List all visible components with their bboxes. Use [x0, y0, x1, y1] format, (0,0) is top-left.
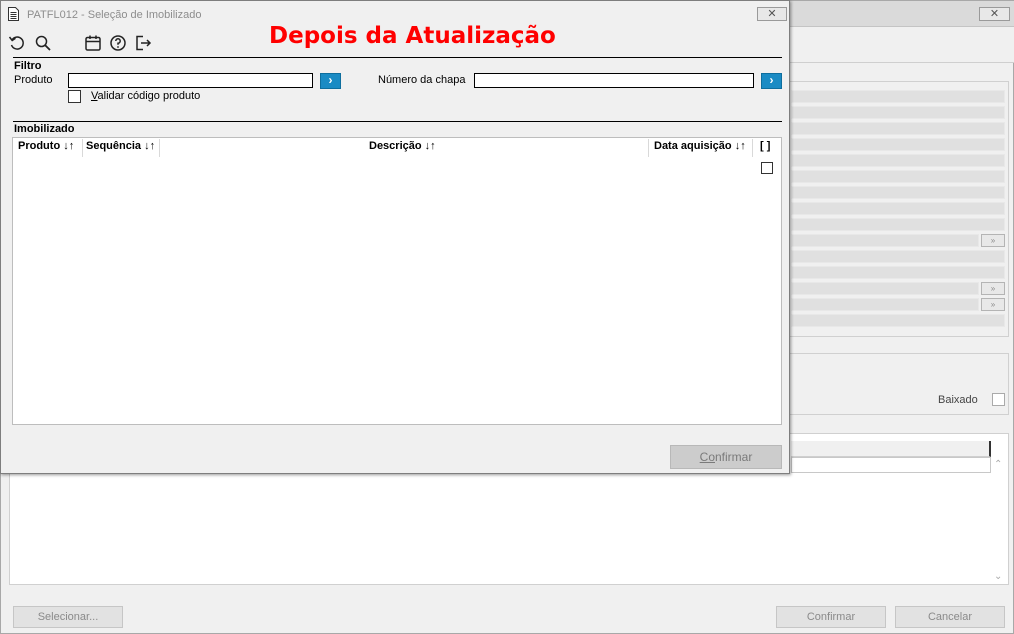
background-field — [791, 314, 1005, 327]
column-header-sequencia[interactable]: Sequência ↓↑ — [86, 140, 155, 152]
imobilizado-section-title: Imobilizado — [14, 123, 75, 135]
column-header-select-all[interactable]: [ ] — [760, 140, 770, 152]
background-field — [791, 170, 1005, 183]
column-separator — [648, 139, 649, 157]
background-lookup-button[interactable]: » — [981, 298, 1005, 311]
validar-codigo-label[interactable]: Validar código produto — [91, 90, 200, 102]
background-field — [791, 154, 1005, 167]
produto-go-button[interactable]: › — [320, 73, 341, 89]
numero-chapa-go-button[interactable]: › — [761, 73, 782, 89]
background-field — [791, 122, 1005, 135]
selecionar-button[interactable]: Selecionar... — [13, 606, 123, 628]
baixado-checkbox[interactable] — [992, 393, 1005, 406]
background-close-button[interactable]: ✕ — [979, 7, 1010, 21]
background-field — [791, 202, 1005, 215]
chevron-right-icon: › — [769, 73, 774, 87]
selection-dialog: PATFL012 - Seleção de Imobilizado ✕ Depo… — [0, 0, 790, 474]
background-lookup-button[interactable]: » — [981, 234, 1005, 247]
background-field — [791, 106, 1005, 119]
column-header-data-aquisicao[interactable]: Data aquisição ↓↑ — [654, 140, 746, 152]
validar-codigo-checkbox[interactable] — [68, 90, 81, 103]
background-field — [791, 186, 1005, 199]
produto-label: Produto — [14, 74, 53, 86]
scroll-down-icon[interactable]: ⌄ — [994, 571, 1002, 582]
undo-icon[interactable] — [8, 34, 26, 52]
numero-chapa-label: Número da chapa — [378, 74, 466, 86]
background-field — [791, 266, 1005, 279]
annotation-text: Depois da Atualização — [269, 23, 556, 49]
background-field — [791, 218, 1005, 231]
dialog-title: PATFL012 - Seleção de Imobilizado — [27, 9, 202, 21]
background-list-row[interactable] — [791, 457, 991, 473]
section-divider — [13, 121, 782, 122]
calendar-icon[interactable] — [84, 34, 102, 52]
exit-icon[interactable] — [134, 34, 152, 52]
background-field — [791, 282, 979, 295]
numero-chapa-input[interactable] — [474, 73, 754, 88]
document-icon — [8, 7, 19, 21]
scroll-up-icon[interactable]: ⌃ — [994, 459, 1002, 470]
background-field — [791, 90, 1005, 103]
background-confirm-button[interactable]: Confirmar — [776, 606, 886, 628]
background-scrollbar[interactable]: ⌃ ⌄ — [991, 457, 1007, 584]
dialog-close-button[interactable]: ✕ — [757, 7, 787, 21]
column-header-produto[interactable]: Produto ↓↑ — [18, 140, 74, 152]
background-field — [791, 234, 979, 247]
validar-codigo-label-rest: alidar código produto — [97, 90, 201, 102]
background-lookup-button[interactable]: » — [981, 282, 1005, 295]
confirm-button[interactable]: Confirmar — [670, 445, 782, 469]
column-header-descricao[interactable]: Descrição ↓↑ — [369, 140, 436, 152]
help-icon[interactable] — [109, 34, 127, 52]
baixado-label: Baixado — [938, 394, 978, 406]
produto-input[interactable] — [68, 73, 313, 88]
background-field — [791, 298, 979, 311]
chevron-right-icon: › — [328, 73, 333, 87]
filtro-section-title: Filtro — [14, 60, 42, 72]
grid-header: Produto ↓↑ Sequência ↓↑ Descrição ↓↑ Dat… — [13, 138, 781, 158]
toolbar-divider — [13, 57, 782, 58]
confirm-label-mnemonic: Co — [699, 450, 715, 464]
column-separator — [82, 139, 83, 157]
background-list-header — [791, 441, 991, 457]
column-separator — [159, 139, 160, 157]
row-checkbox[interactable] — [761, 162, 773, 174]
background-field — [791, 138, 1005, 151]
background-cancel-button[interactable]: Cancelar — [895, 606, 1005, 628]
confirm-label: nfirmar — [715, 450, 753, 464]
imobilizado-grid: Produto ↓↑ Sequência ↓↑ Descrição ↓↑ Dat… — [12, 137, 782, 425]
background-field — [791, 250, 1005, 263]
column-separator — [752, 139, 753, 157]
search-icon[interactable] — [34, 34, 52, 52]
